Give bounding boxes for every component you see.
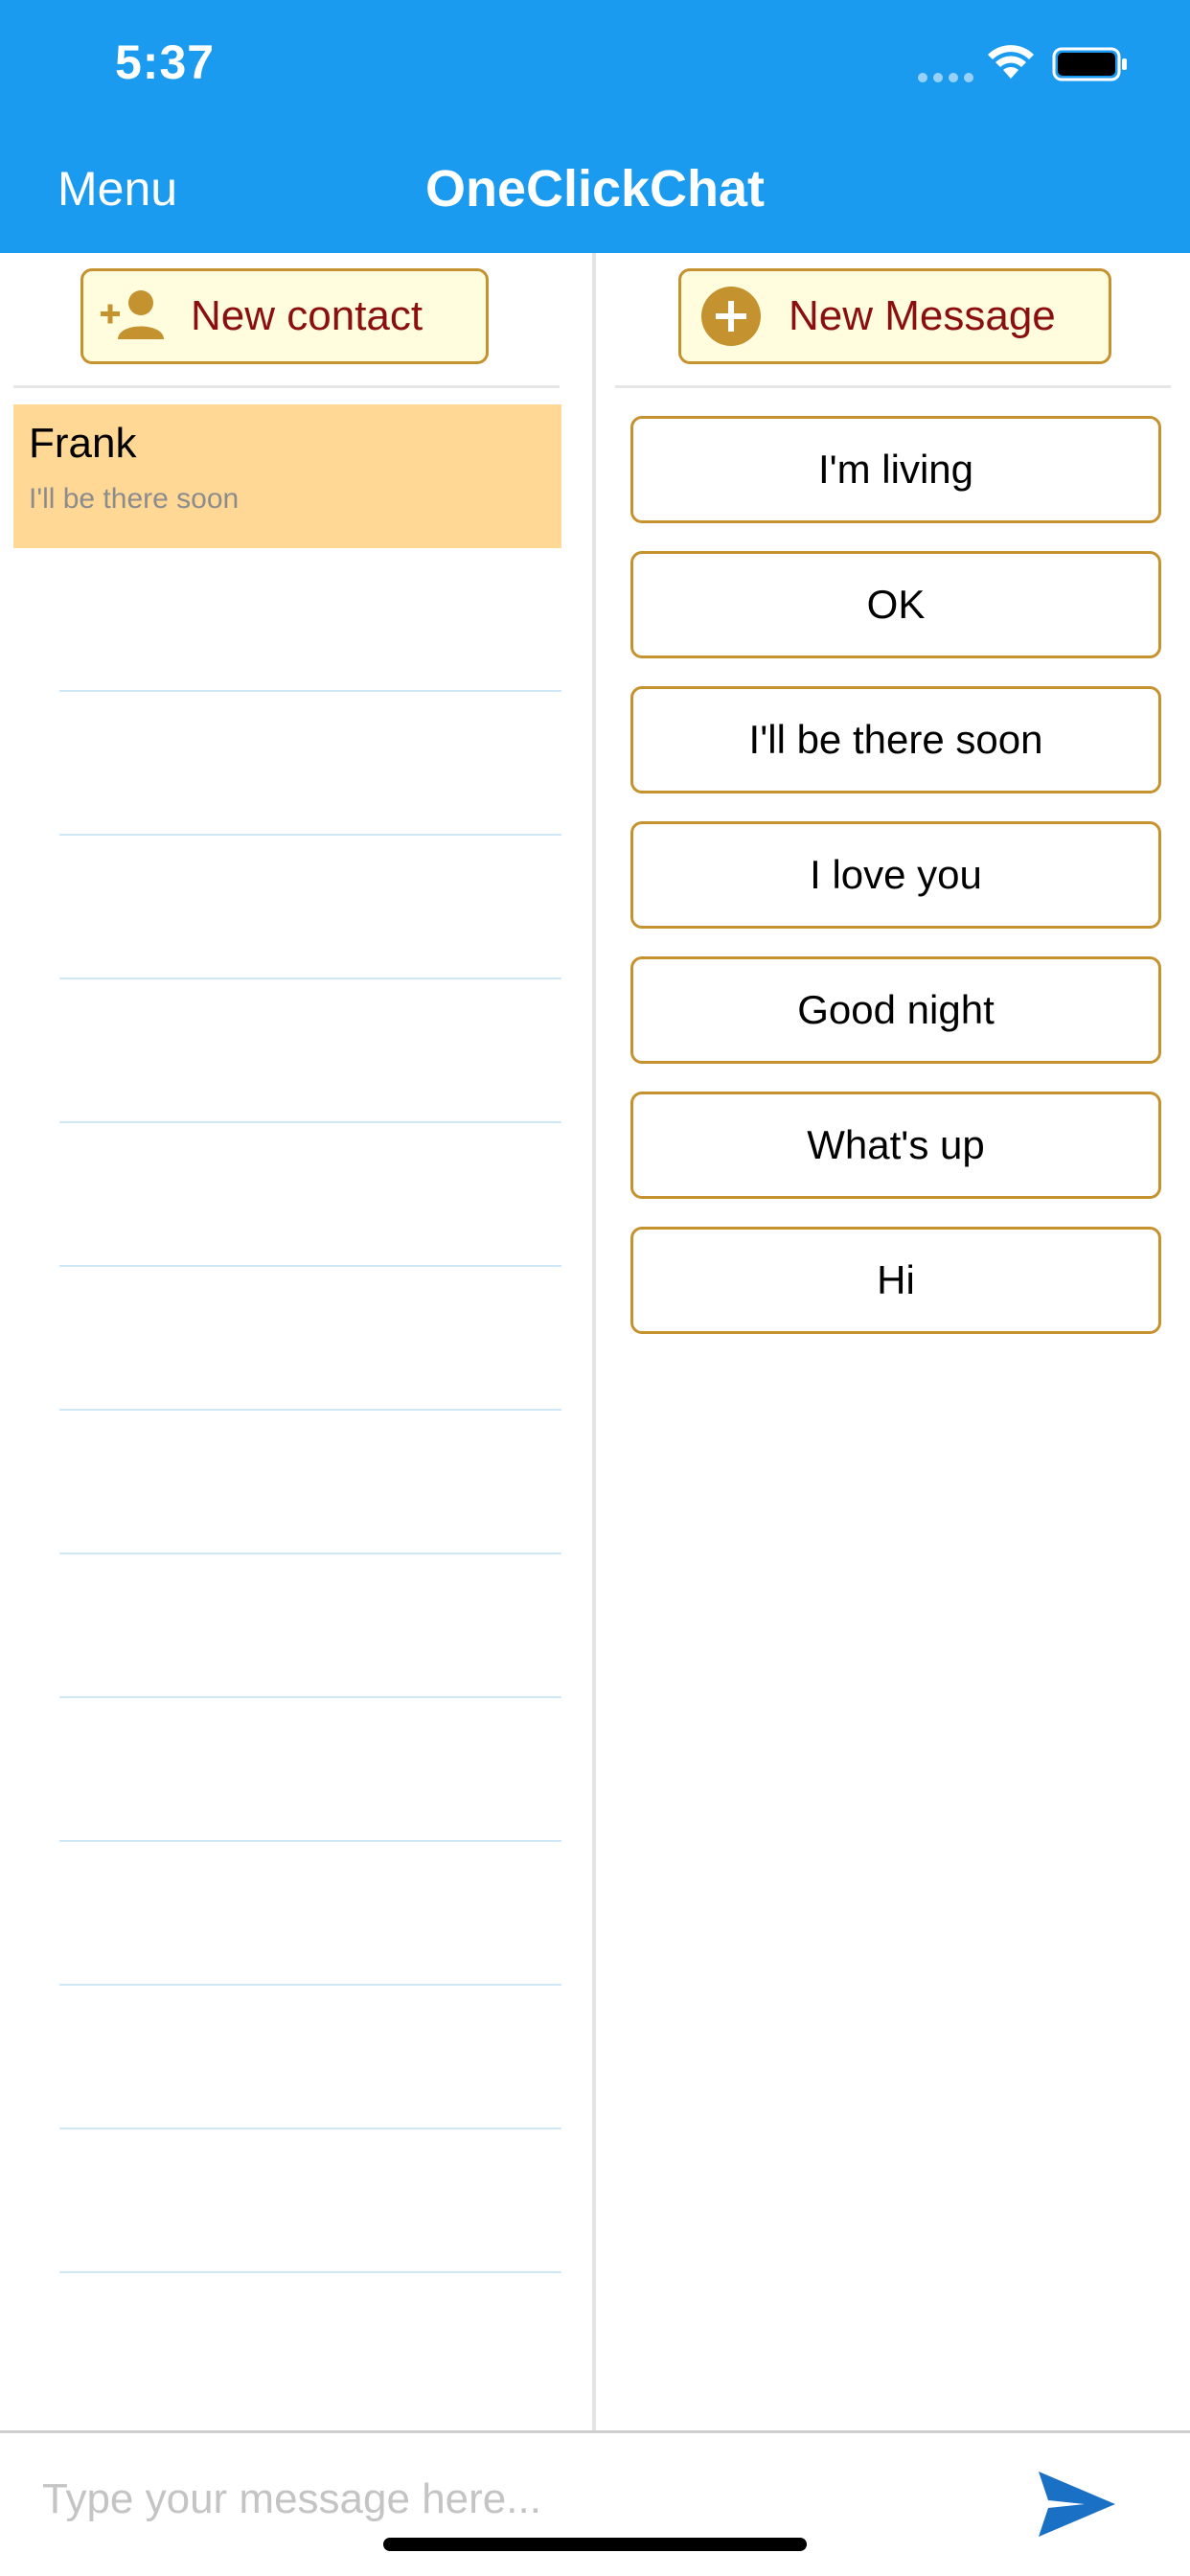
contact-row[interactable] bbox=[13, 1842, 561, 1986]
add-person-icon bbox=[97, 280, 170, 353]
contact-row[interactable] bbox=[13, 1123, 561, 1267]
contact-row[interactable] bbox=[13, 692, 561, 836]
new-message-label: New Message bbox=[789, 292, 1056, 339]
contact-name: Frank bbox=[29, 420, 137, 467]
divider bbox=[13, 385, 560, 388]
contact-row[interactable] bbox=[13, 836, 561, 979]
send-icon[interactable] bbox=[1037, 2468, 1117, 2541]
new-message-button[interactable]: New Message bbox=[678, 268, 1111, 364]
status-time: 5:37 bbox=[115, 35, 216, 89]
messages-panel: New Message I'm living OK I'll be there … bbox=[596, 253, 1190, 2430]
quick-message-button[interactable]: I love you bbox=[630, 821, 1161, 929]
page-title: OneClickChat bbox=[424, 160, 766, 218]
quick-message-button[interactable]: I'll be there soon bbox=[630, 686, 1161, 794]
contact-row[interactable] bbox=[13, 1554, 561, 1698]
quick-message-button[interactable]: Good night bbox=[630, 956, 1161, 1064]
quick-message-list: I'm living OK I'll be there soon I love … bbox=[630, 416, 1161, 1362]
cellular-signal-icon bbox=[918, 73, 973, 82]
new-contact-label: New contact bbox=[191, 292, 423, 339]
quick-message-button[interactable]: What's up bbox=[630, 1092, 1161, 1199]
contact-last-message: I'll be there soon bbox=[29, 483, 240, 515]
contact-row[interactable] bbox=[13, 979, 561, 1123]
contact-row[interactable] bbox=[13, 1411, 561, 1554]
quick-message-button[interactable]: I'm living bbox=[630, 416, 1161, 523]
contact-row[interactable] bbox=[13, 1698, 561, 1842]
contacts-panel: New contact Frank I'll be there soon bbox=[0, 253, 592, 2430]
app-header: 5:37 Menu OneClickChat bbox=[0, 0, 1190, 253]
home-indicator bbox=[383, 2538, 807, 2551]
contact-row[interactable] bbox=[13, 548, 561, 692]
message-composer bbox=[0, 2430, 1190, 2576]
contact-row[interactable] bbox=[13, 2129, 561, 2273]
contact-list: Frank I'll be there soon bbox=[13, 404, 561, 2273]
quick-message-button[interactable]: OK bbox=[630, 551, 1161, 658]
message-input[interactable] bbox=[42, 2468, 962, 2531]
contact-row[interactable]: Frank I'll be there soon bbox=[13, 404, 561, 548]
quick-message-button[interactable]: Hi bbox=[630, 1227, 1161, 1334]
plus-circle-icon bbox=[695, 280, 767, 353]
contact-row[interactable] bbox=[13, 1986, 561, 2129]
divider bbox=[615, 385, 1171, 388]
contact-row[interactable] bbox=[13, 1267, 561, 1411]
battery-icon bbox=[1052, 47, 1127, 81]
new-contact-button[interactable]: New contact bbox=[80, 268, 489, 364]
wifi-icon bbox=[988, 45, 1034, 79]
